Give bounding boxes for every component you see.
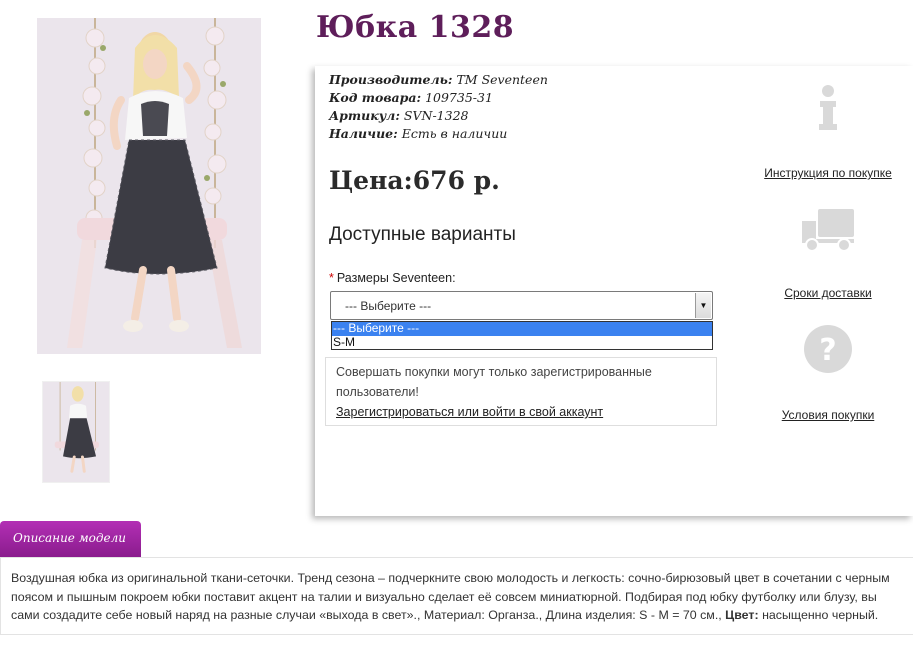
delivery-terms-block: Сроки доставки bbox=[753, 207, 903, 300]
dropdown-option[interactable]: --- Выберите --- bbox=[332, 322, 712, 336]
registration-notice: Совершать покупки могут только зарегистр… bbox=[325, 357, 717, 426]
code-label: Код товара: bbox=[329, 90, 422, 105]
product-main-image[interactable] bbox=[37, 18, 261, 354]
stock-value: Есть в наличии bbox=[401, 126, 508, 141]
thumbnail-illustration bbox=[43, 382, 109, 482]
product-price: Цена:676 р. bbox=[329, 166, 500, 195]
size-option-label: * Размеры Seventeen: bbox=[329, 271, 456, 285]
length-value: S - M = 70 см., bbox=[639, 608, 722, 622]
manufacturer-label: Производитель: bbox=[329, 72, 453, 87]
product-info-panel: Производитель: TM Seventeen Код товара: … bbox=[315, 66, 913, 516]
code-row: Код товара: 109735-31 bbox=[329, 89, 548, 107]
product-photo-illustration bbox=[37, 18, 261, 354]
code-value: 109735-31 bbox=[425, 90, 493, 105]
register-login-link[interactable]: Зарегистрироваться или войти в свой акка… bbox=[336, 402, 706, 422]
sku-value: SVN-1328 bbox=[403, 108, 469, 123]
stock-label: Наличие: bbox=[329, 126, 398, 141]
question-icon[interactable]: ? bbox=[803, 324, 853, 374]
product-thumbnail[interactable] bbox=[42, 381, 110, 483]
material-value: Органза., bbox=[488, 608, 543, 622]
size-select-value: --- Выберите --- bbox=[345, 299, 432, 313]
manufacturer-value[interactable]: TM Seventeen bbox=[456, 72, 547, 87]
delivery-terms-link[interactable]: Сроки доставки bbox=[753, 286, 903, 300]
product-title: Юбка 1328 bbox=[316, 10, 515, 45]
product-meta: Производитель: TM Seventeen Код товара: … bbox=[329, 71, 548, 143]
registration-notice-text: Совершать покупки могут только зарегистр… bbox=[336, 365, 652, 399]
info-icon[interactable] bbox=[815, 84, 841, 132]
required-marker: * bbox=[329, 271, 334, 285]
color-value: насыщенно черный. bbox=[762, 608, 879, 622]
sku-label: Артикул: bbox=[329, 108, 400, 123]
dropdown-option[interactable]: S-M bbox=[332, 336, 712, 350]
purchase-terms-link[interactable]: Условия покупки bbox=[753, 408, 903, 422]
size-select[interactable]: --- Выберите --- ▼ bbox=[330, 291, 713, 320]
sku-row: Артикул: SVN-1328 bbox=[329, 107, 548, 125]
manufacturer-row: Производитель: TM Seventeen bbox=[329, 71, 548, 89]
truck-icon[interactable] bbox=[800, 207, 856, 253]
size-dropdown-list: --- Выберите --- S-M bbox=[331, 321, 713, 350]
svg-text:?: ? bbox=[819, 333, 836, 368]
purchase-instructions-link[interactable]: Инструкция по покупке bbox=[753, 166, 903, 180]
size-label-text: Размеры Seventeen: bbox=[336, 271, 456, 285]
chevron-down-icon[interactable]: ▼ bbox=[695, 293, 711, 318]
tab-description[interactable]: Описание модели bbox=[0, 521, 141, 557]
purchase-terms-block: ? Условия покупки bbox=[753, 324, 903, 422]
length-label: Длина изделия: bbox=[545, 608, 636, 622]
stock-row: Наличие: Есть в наличии bbox=[329, 125, 548, 143]
purchase-instructions-block: Инструкция по покупке bbox=[753, 84, 903, 180]
color-label: Цвет: bbox=[725, 608, 759, 622]
product-description: Воздушная юбка из оригинальной ткани-сет… bbox=[0, 557, 913, 635]
material-label: Материал: bbox=[423, 608, 485, 622]
variants-heading: Доступные варианты bbox=[329, 224, 516, 245]
